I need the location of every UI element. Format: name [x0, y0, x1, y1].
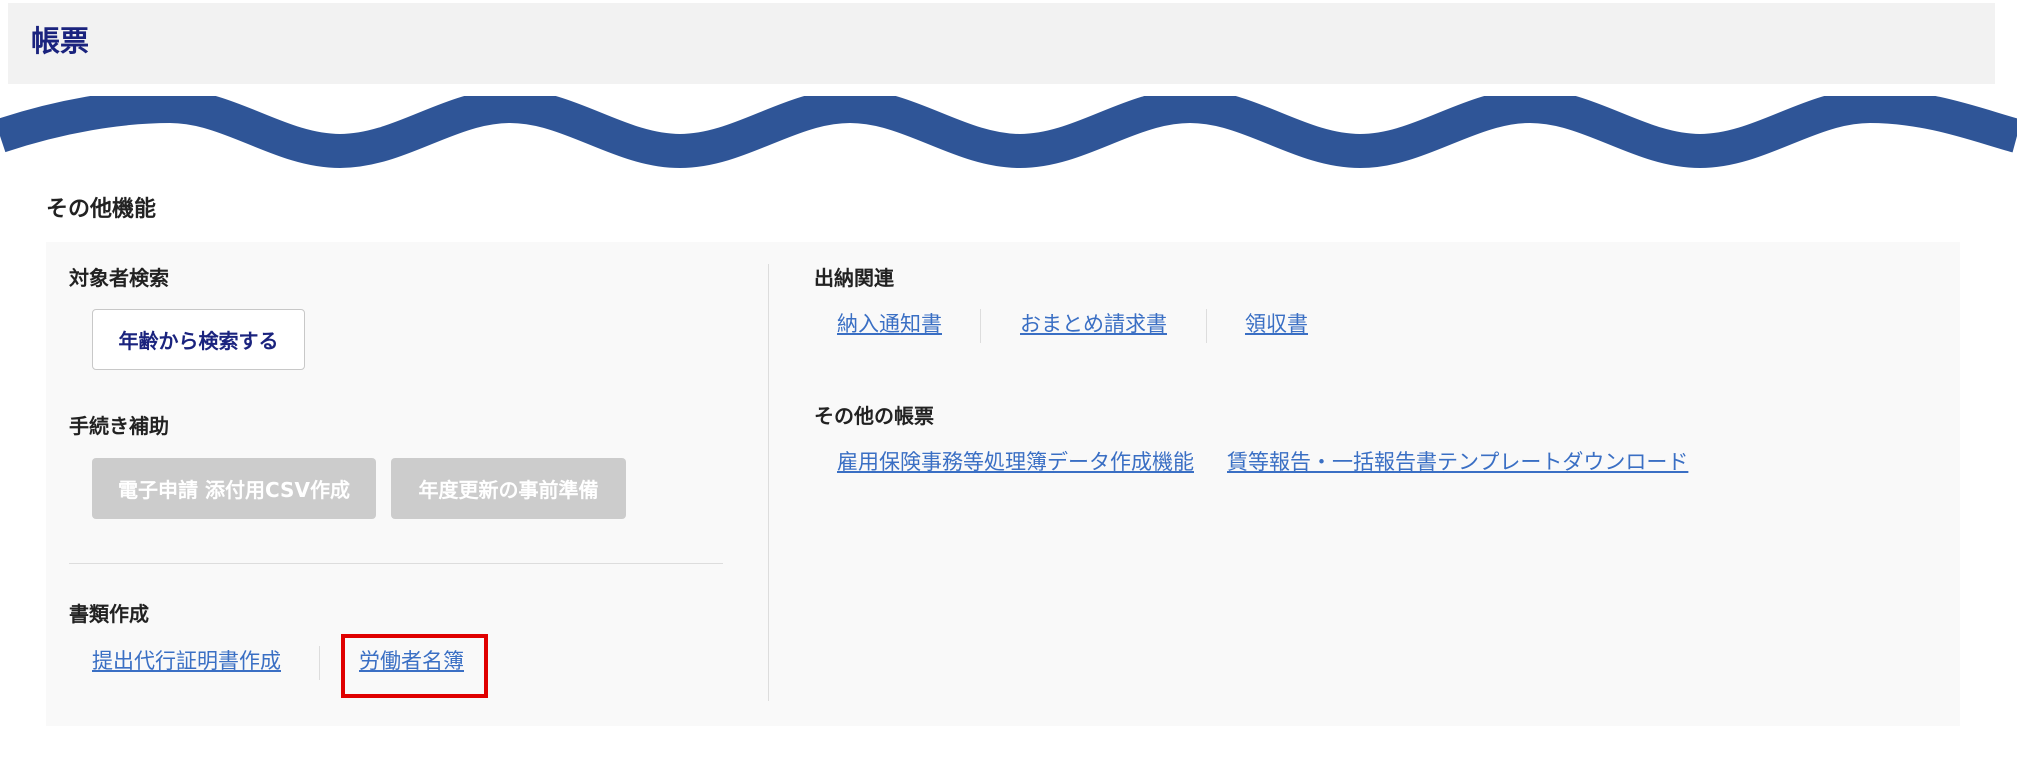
wage-report-template-link[interactable]: 賃等報告・一括報告書テンプレートダウンロード — [1227, 447, 1688, 477]
other-functions-panel: 対象者検索 年齢から検索する 手続き補助 電子申請 添付用CSV作成 年度更新の… — [46, 242, 1960, 726]
column-divider — [768, 264, 769, 701]
link-separator — [980, 309, 981, 343]
search-group-title: 対象者検索 — [69, 266, 169, 290]
documents-group-title: 書類作成 — [69, 602, 149, 626]
wave-divider — [0, 96, 2017, 169]
wave-divider-stroke — [0, 96, 2017, 169]
submission-certificate-link[interactable]: 提出代行証明書作成 — [92, 646, 281, 676]
payments-group-title: 出納関連 — [814, 266, 894, 290]
highlight-box — [341, 634, 488, 698]
combined-invoice-link[interactable]: おまとめ請求書 — [1020, 309, 1167, 339]
left-divider — [69, 563, 723, 564]
receipt-link[interactable]: 領収書 — [1245, 309, 1308, 339]
age-search-button[interactable]: 年齢から検索する — [92, 309, 305, 370]
payment-notice-link[interactable]: 納入通知書 — [837, 309, 942, 339]
csv-create-button[interactable]: 電子申請 添付用CSV作成 — [92, 458, 376, 519]
other-forms-group-title: その他の帳票 — [814, 404, 934, 428]
page-title: 帳票 — [31, 24, 90, 58]
employment-insurance-data-link[interactable]: 雇用保険事務等処理簿データ作成機能 — [837, 447, 1194, 477]
annual-prep-button[interactable]: 年度更新の事前準備 — [391, 458, 626, 519]
link-separator — [1206, 309, 1207, 343]
procedure-group-title: 手続き補助 — [69, 414, 169, 438]
page-header: 帳票 — [8, 3, 1995, 84]
link-separator — [319, 646, 320, 680]
section-title: その他機能 — [46, 197, 157, 222]
